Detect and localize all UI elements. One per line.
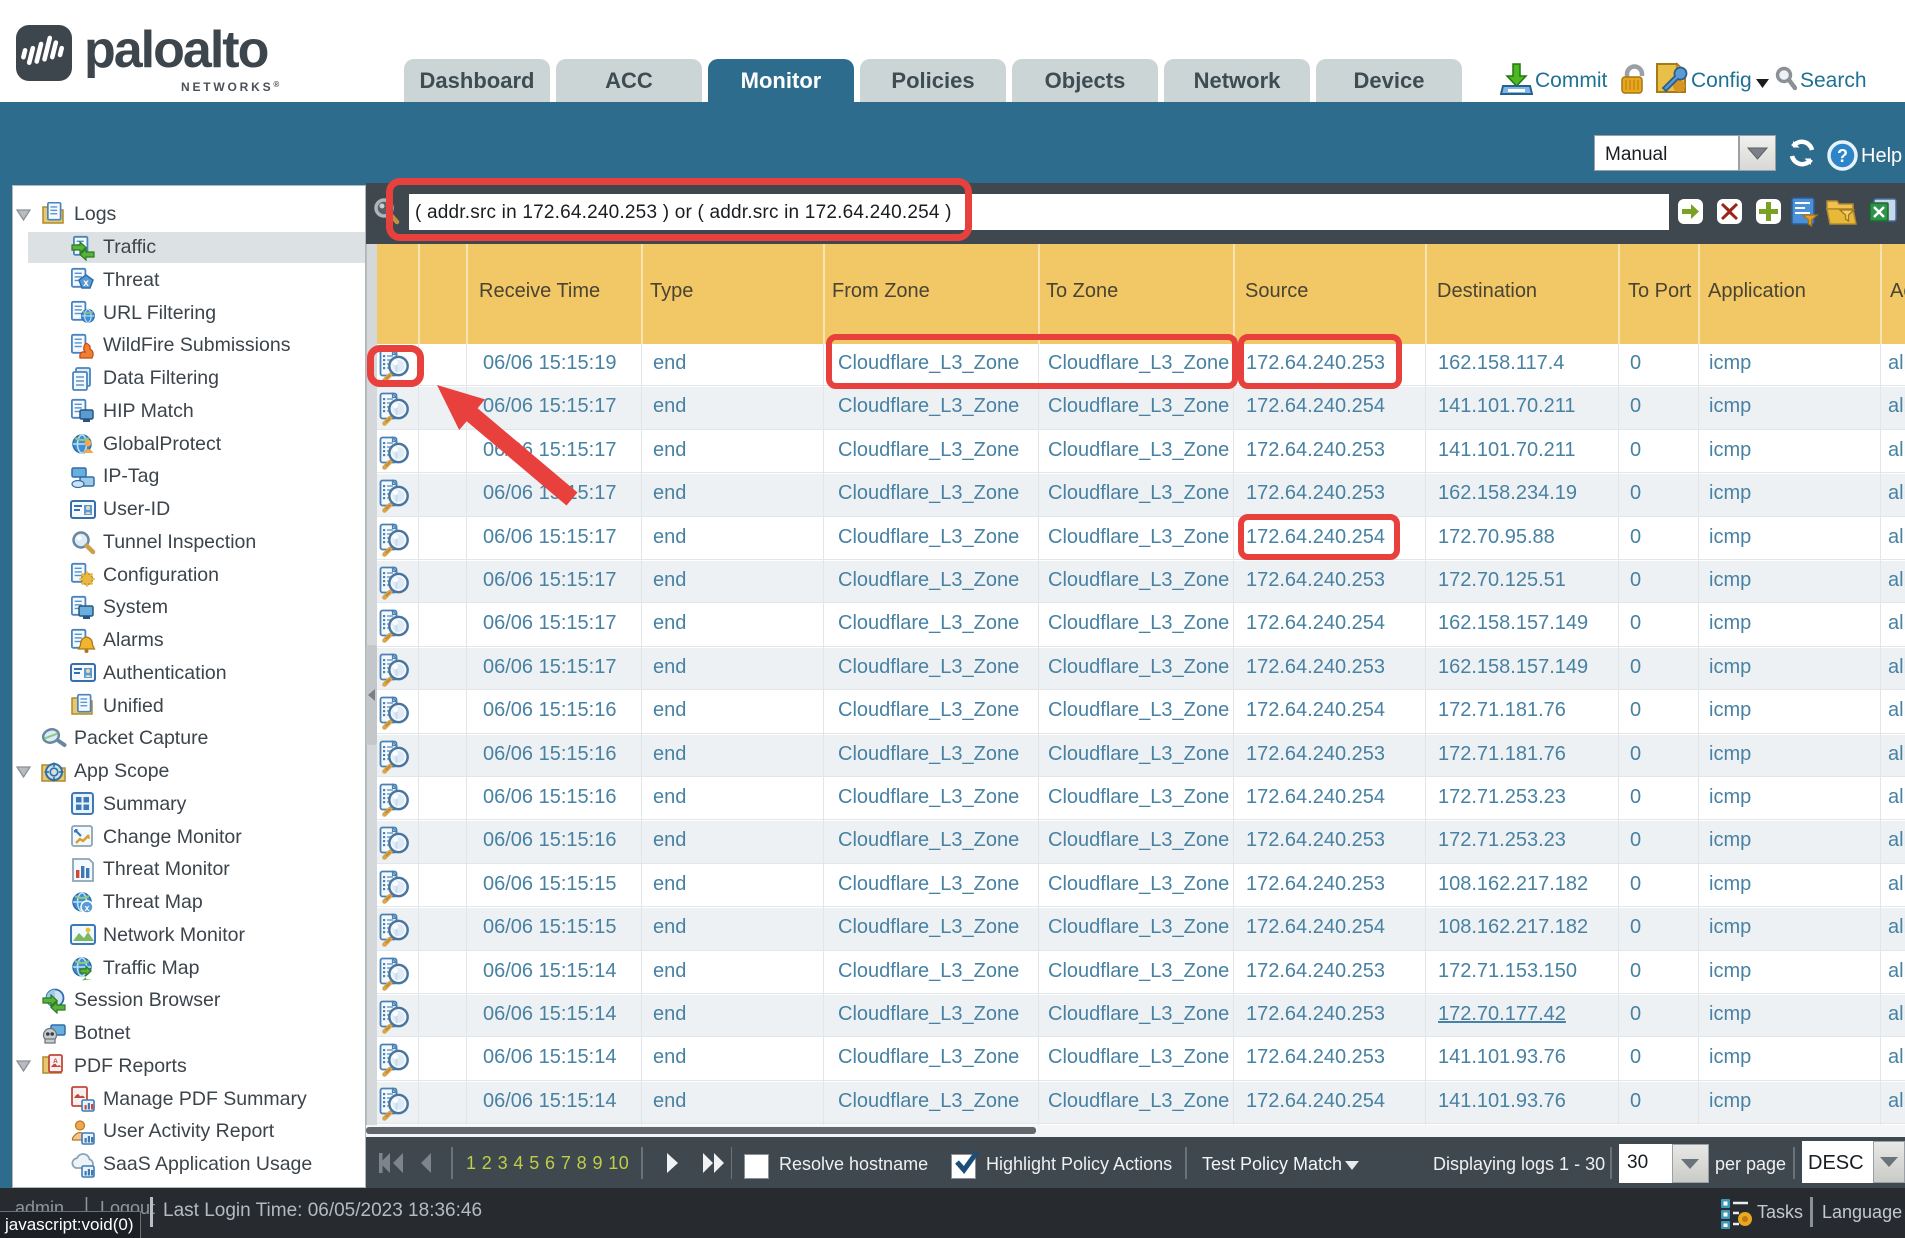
svg-text:x: x (83, 278, 89, 289)
svg-text:A: A (53, 1058, 58, 1065)
svg-text:?: ? (1837, 146, 1848, 166)
svg-text:x: x (84, 903, 89, 913)
